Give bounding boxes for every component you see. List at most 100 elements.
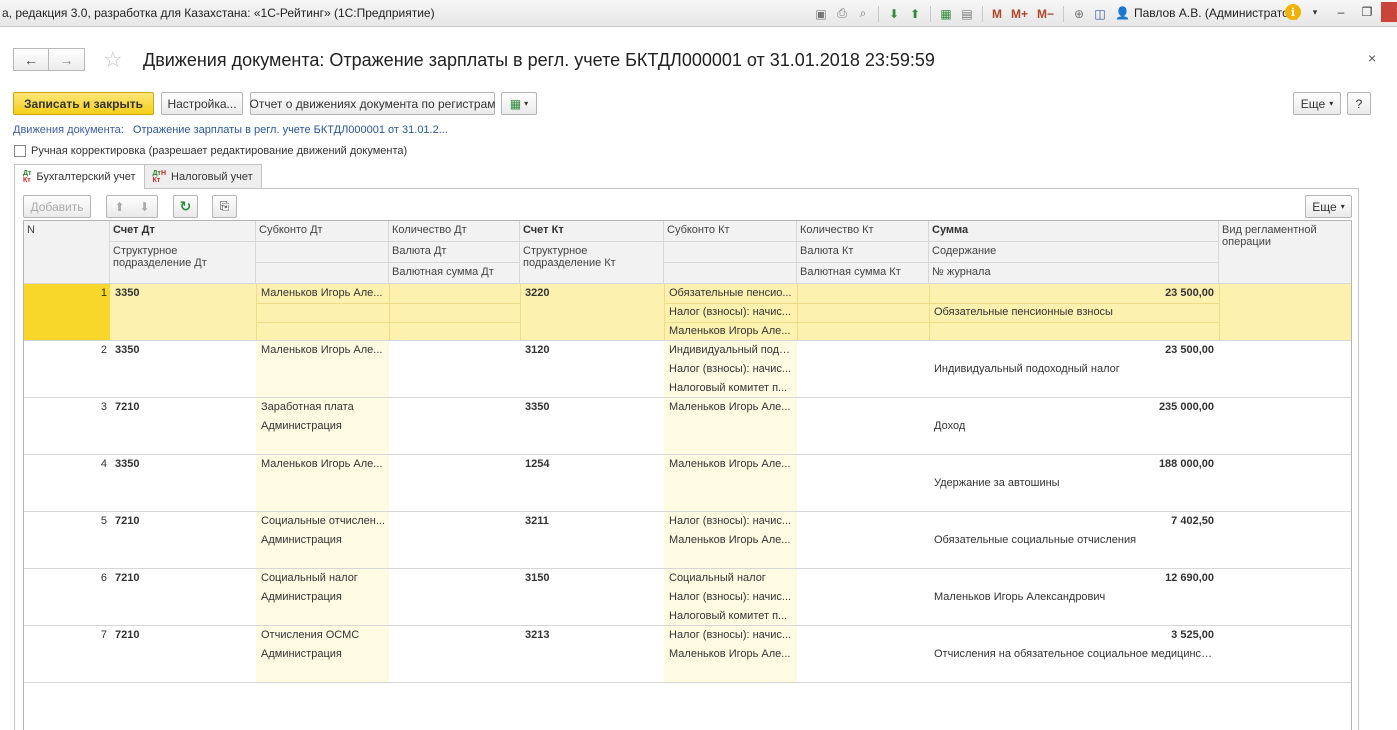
memory-plus-button[interactable]: M+ bbox=[1008, 5, 1031, 23]
account-dt-cell[interactable]: 3350 bbox=[112, 284, 252, 303]
subconto-dt-cell[interactable]: Маленьков Игорь Але... bbox=[258, 455, 388, 474]
column-header-currency-dt[interactable]: Валюта Дт bbox=[389, 242, 520, 263]
subconto-kt-cell[interactable]: Налог (взносы): начис... bbox=[666, 588, 796, 607]
subconto-dt-cell[interactable]: Заработная плата bbox=[258, 398, 388, 417]
account-kt-cell[interactable]: 1254 bbox=[522, 455, 662, 474]
sum-cell[interactable]: 23 500,00 bbox=[929, 284, 1217, 303]
content-cell[interactable]: Маленьков Игорь Александрович bbox=[931, 588, 1217, 607]
subconto-dt-cell[interactable]: Отчисления ОСМС bbox=[258, 626, 388, 645]
content-cell[interactable]: Удержание за автошины bbox=[931, 474, 1217, 493]
sum-cell[interactable]: 12 690,00 bbox=[929, 569, 1217, 588]
column-header-subdiv-dt[interactable]: Структурное подразделение Дт bbox=[110, 242, 256, 284]
sum-cell[interactable]: 23 500,00 bbox=[929, 341, 1217, 360]
subconto-kt-cell[interactable]: Налог (взносы): начис... bbox=[666, 303, 796, 322]
content-cell[interactable]: Доход bbox=[931, 417, 1217, 436]
column-header-content[interactable]: Содержание bbox=[929, 242, 1219, 263]
tab-accounting[interactable]: Дт Кт Бухгалтерский учет bbox=[14, 164, 145, 189]
download-icon[interactable]: ⬇ bbox=[885, 5, 903, 23]
subconto-dt-cell[interactable]: Администрация bbox=[258, 588, 388, 607]
column-header-qty-dt[interactable]: Количество Дт bbox=[389, 221, 520, 242]
upload-icon[interactable]: ⬆ bbox=[906, 5, 924, 23]
forward-button[interactable]: → bbox=[49, 48, 85, 71]
sum-cell[interactable]: 3 525,00 bbox=[929, 626, 1217, 645]
account-kt-cell[interactable]: 3211 bbox=[522, 512, 662, 531]
column-header-sum[interactable]: Сумма bbox=[929, 221, 1219, 242]
more-button[interactable]: Еще ▾ bbox=[1293, 92, 1341, 115]
subconto-kt-cell[interactable]: Маленьков Игорь Але... bbox=[666, 322, 796, 341]
structure-button[interactable]: ▦ ▾ bbox=[501, 92, 537, 115]
account-dt-cell[interactable]: 7210 bbox=[112, 569, 252, 588]
subconto-dt-cell[interactable]: Администрация bbox=[258, 531, 388, 550]
subconto-kt-cell[interactable]: Маленьков Игорь Але... bbox=[666, 398, 796, 417]
subconto-kt-cell[interactable]: Налоговый комитет п... bbox=[666, 607, 796, 626]
subconto-kt-cell[interactable]: Налог (взносы): начис... bbox=[666, 360, 796, 379]
tab-tax[interactable]: ДтН Кт Налоговый учет bbox=[143, 164, 262, 188]
account-kt-cell[interactable]: 3150 bbox=[522, 569, 662, 588]
subconto-kt-cell[interactable]: Социальный налог bbox=[666, 569, 796, 588]
settings-button[interactable]: Настройка... bbox=[161, 92, 243, 115]
preview-icon[interactable]: ⌕ bbox=[854, 5, 872, 23]
column-header-subdiv-kt[interactable]: Структурное подразделение Кт bbox=[520, 242, 664, 284]
print-icon[interactable]: ⎙ bbox=[833, 5, 851, 23]
subconto-kt-cell[interactable]: Маленьков Игорь Але... bbox=[666, 455, 796, 474]
zoom-icon[interactable]: ⊕ bbox=[1070, 5, 1088, 23]
subconto-dt-cell[interactable]: Маленьков Игорь Але... bbox=[258, 341, 388, 360]
subconto-kt-cell[interactable]: Маленьков Игорь Але... bbox=[666, 645, 796, 664]
minimize-icon[interactable]: – bbox=[1329, 2, 1353, 22]
account-kt-cell[interactable]: 3213 bbox=[522, 626, 662, 645]
column-header-journal[interactable]: № журнала bbox=[929, 263, 1219, 284]
calculator-icon[interactable]: ▦ bbox=[937, 5, 955, 23]
add-button[interactable]: Добавить bbox=[23, 195, 91, 218]
info-menu-icon[interactable]: ▾ bbox=[1303, 2, 1327, 22]
output-list-button[interactable]: ⎘ bbox=[212, 195, 237, 218]
subconto-dt-cell[interactable]: Администрация bbox=[258, 645, 388, 664]
manual-correction-checkbox[interactable] bbox=[14, 145, 26, 157]
help-button[interactable]: ? bbox=[1347, 92, 1371, 115]
content-cell[interactable]: Индивидуальный подоходный налог bbox=[931, 360, 1217, 379]
column-header-subconto-kt[interactable]: Субконто Кт bbox=[664, 221, 797, 242]
account-dt-cell[interactable]: 3350 bbox=[112, 455, 252, 474]
subconto-kt-cell[interactable]: Индивидуальный подо... bbox=[666, 341, 796, 360]
move-down-icon[interactable]: ⬇ bbox=[139, 200, 149, 214]
column-header-qty-kt[interactable]: Количество Кт bbox=[797, 221, 929, 242]
manual-correction-label[interactable]: Ручная корректировка (разрешает редактир… bbox=[31, 145, 407, 157]
account-dt-cell[interactable]: 7210 bbox=[112, 398, 252, 417]
subconto-dt-cell[interactable]: Социальный налог bbox=[258, 569, 388, 588]
current-user[interactable]: 👤 Павлов А.В. (Администратор) bbox=[1115, 6, 1299, 20]
panel-icon[interactable]: ◫ bbox=[1091, 5, 1109, 23]
column-header-op-type[interactable]: Вид регламентной операции bbox=[1219, 221, 1351, 284]
back-button[interactable]: ← bbox=[13, 48, 49, 71]
subconto-dt-cell[interactable]: Маленьков Игорь Але... bbox=[258, 284, 388, 303]
subconto-dt-cell[interactable]: Администрация bbox=[258, 417, 388, 436]
column-header-cur-sum-kt[interactable]: Валютная сумма Кт bbox=[797, 263, 929, 284]
sum-cell[interactable]: 235 000,00 bbox=[929, 398, 1217, 417]
sum-cell[interactable]: 188 000,00 bbox=[929, 455, 1217, 474]
calendar-icon[interactable]: ▤ bbox=[958, 5, 976, 23]
grid-more-button[interactable]: Еще ▾ bbox=[1305, 195, 1352, 218]
column-header-currency-kt[interactable]: Валюта Кт bbox=[797, 242, 929, 263]
account-dt-cell[interactable]: 7210 bbox=[112, 512, 252, 531]
account-kt-cell[interactable]: 3350 bbox=[522, 398, 662, 417]
subconto-dt-cell[interactable]: Социальные отчислен... bbox=[258, 512, 388, 531]
save-icon[interactable]: ▣ bbox=[812, 5, 830, 23]
write-and-close-button[interactable]: Записать и закрыть bbox=[13, 92, 154, 115]
favorite-star-icon[interactable]: ☆ bbox=[103, 47, 123, 73]
memory-button[interactable]: M bbox=[989, 5, 1005, 23]
close-window-icon[interactable]: ✕ bbox=[1381, 2, 1397, 22]
account-kt-cell[interactable]: 3120 bbox=[522, 341, 662, 360]
content-cell[interactable]: Обязательные социальные отчисления bbox=[931, 531, 1217, 550]
info-icon[interactable]: i bbox=[1285, 4, 1301, 20]
account-dt-cell[interactable]: 3350 bbox=[112, 341, 252, 360]
sum-cell[interactable]: 7 402,50 bbox=[929, 512, 1217, 531]
subconto-kt-cell[interactable]: Налоговый комитет п... bbox=[666, 379, 796, 398]
column-header-account-kt[interactable]: Счет Кт bbox=[520, 221, 664, 242]
content-cell[interactable]: Обязательные пенсионные взносы bbox=[931, 303, 1217, 322]
document-link[interactable]: Отражение зарплаты в регл. учете БКТДЛ00… bbox=[133, 124, 448, 136]
subconto-kt-cell[interactable]: Обязательные пенсио... bbox=[666, 284, 796, 303]
restore-icon[interactable]: ❐ bbox=[1355, 2, 1379, 22]
move-up-icon[interactable]: ⬆ bbox=[114, 200, 124, 214]
form-close-icon[interactable]: × bbox=[1368, 50, 1376, 66]
subconto-kt-cell[interactable]: Маленьков Игорь Але... bbox=[666, 531, 796, 550]
column-header-subconto-dt[interactable]: Субконто Дт bbox=[256, 221, 389, 242]
refresh-button[interactable]: ↻ bbox=[173, 195, 198, 218]
